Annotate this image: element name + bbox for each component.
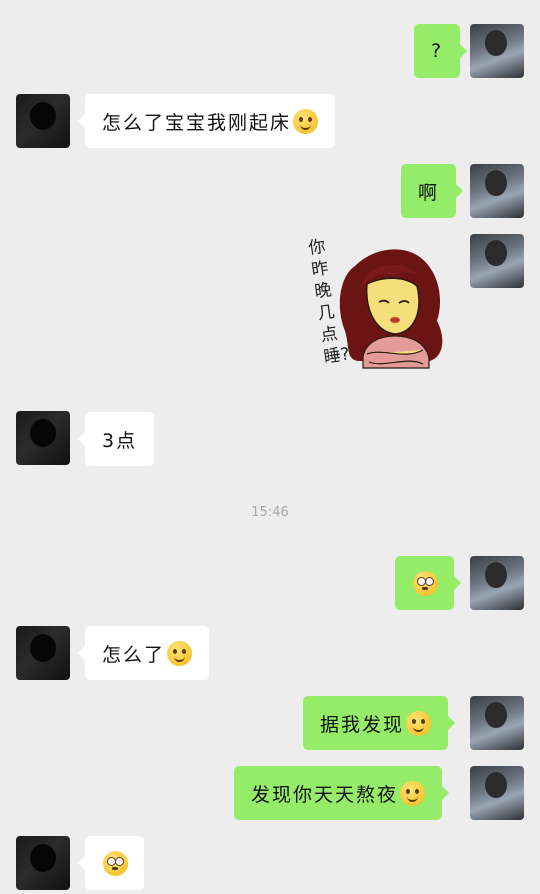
message-bubble[interactable]: ? <box>414 24 468 78</box>
contact-avatar[interactable] <box>16 94 70 148</box>
contact-avatar[interactable] <box>16 626 70 680</box>
smiling-face-icon <box>293 108 319 134</box>
message-bubble[interactable]: 据我发现 <box>303 696 456 750</box>
message-bubble[interactable]: 3点 <box>77 412 155 466</box>
message-bubble[interactable]: 啊 <box>401 164 464 218</box>
flushed-face-icon <box>413 570 438 596</box>
message-bubble[interactable]: 怎么了 <box>77 626 210 680</box>
message-text: 啊 <box>418 181 440 204</box>
girl-sticker[interactable]: 你昨晚几点睡? <box>305 236 450 396</box>
contact-avatar[interactable] <box>16 836 70 890</box>
my-avatar[interactable] <box>470 556 524 610</box>
smiling-face-icon <box>406 710 432 736</box>
message-bubble[interactable] <box>395 556 461 610</box>
my-avatar[interactable] <box>470 234 524 288</box>
message-bubble[interactable]: 怎么了宝宝我刚起床 <box>77 94 336 148</box>
message-bubble[interactable]: 发现你天天熬夜 <box>234 766 450 820</box>
timestamp: 15:46 <box>251 505 289 520</box>
message-text: ? <box>431 40 444 62</box>
my-avatar[interactable] <box>470 24 524 78</box>
contact-avatar[interactable] <box>16 411 70 465</box>
my-avatar[interactable] <box>470 164 524 218</box>
my-avatar[interactable] <box>470 766 524 820</box>
message-text: 怎么了 <box>102 643 166 666</box>
smiling-face-icon <box>400 780 426 806</box>
flushed-face-icon <box>103 850 128 876</box>
message-text: 发现你天天熬夜 <box>251 783 399 806</box>
message-bubble[interactable] <box>78 836 144 890</box>
message-text: 怎么了宝宝我刚起床 <box>102 111 292 134</box>
my-avatar[interactable] <box>470 696 524 750</box>
message-text: 据我发现 <box>320 713 405 736</box>
smiling-face-icon <box>167 640 193 666</box>
message-text: 3点 <box>102 429 138 452</box>
